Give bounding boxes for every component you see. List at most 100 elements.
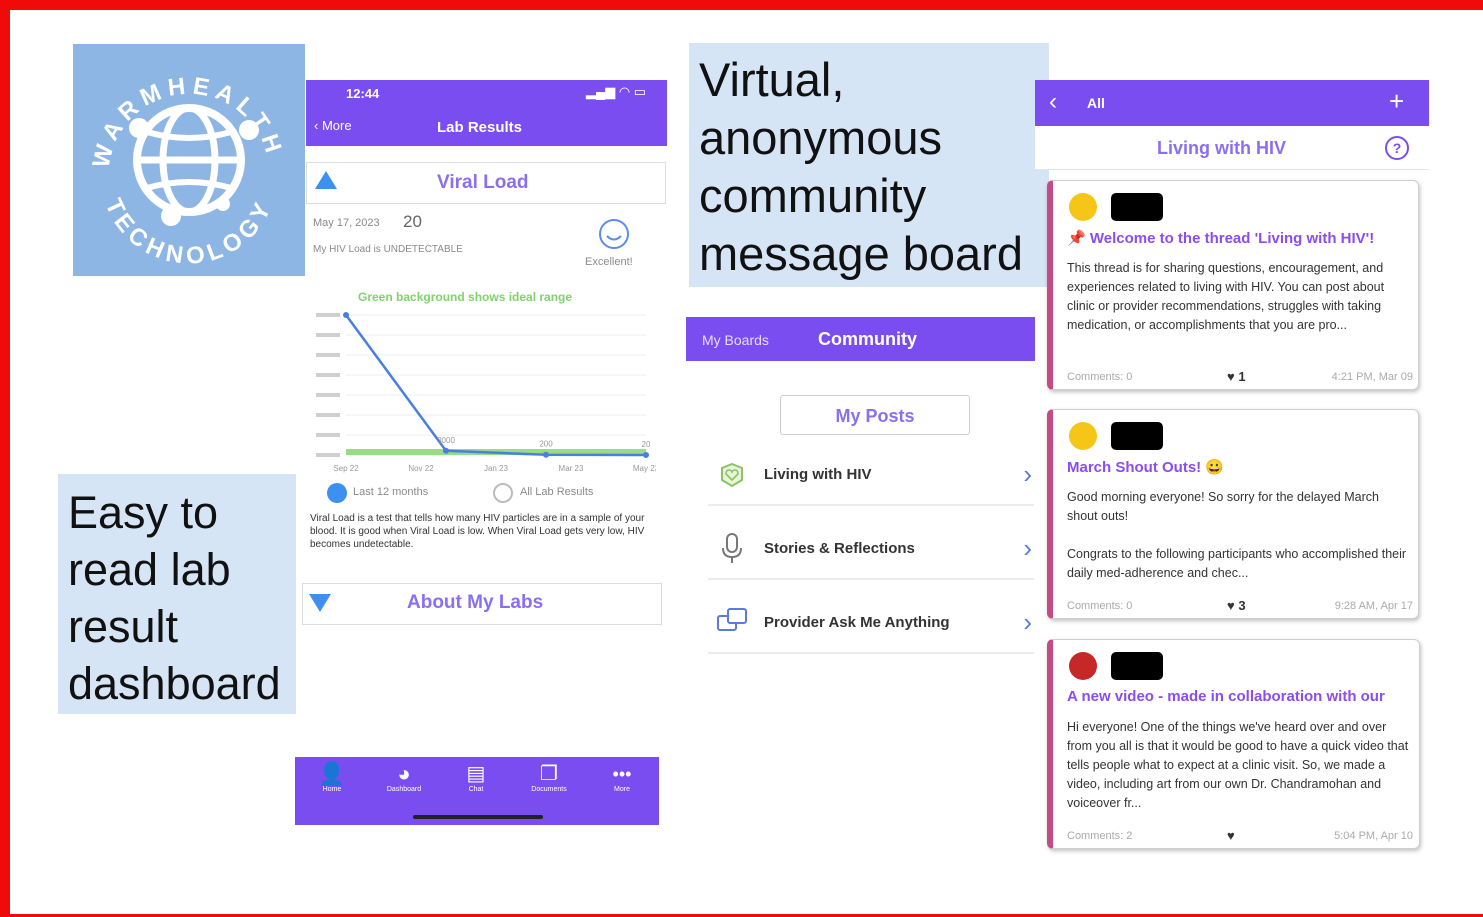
lab-app-header: 12:44 ▂▄▆ ◠ ▭ ‹ More Lab Results <box>306 80 667 146</box>
comments-count: Comments: 0 <box>1067 600 1133 612</box>
post-footer: Comments: 0 ♥ 1 4:21 PM, Mar 09 <box>1067 369 1413 384</box>
like-count: 1 <box>1238 369 1246 384</box>
post-body: This thread is for sharing questions, en… <box>1067 261 1385 332</box>
post-body: Hi everyone! One of the things we've hea… <box>1067 720 1409 810</box>
microphone-icon <box>722 533 742 563</box>
comments-count: Comments: 0 <box>1067 371 1133 383</box>
lab-value: 20 <box>403 212 422 231</box>
person-icon: 👤 <box>318 761 346 786</box>
chevron-right-icon: › <box>1023 459 1032 489</box>
data-label: 3000 <box>437 436 455 445</box>
lab-rating: Excellent! <box>585 256 633 268</box>
lab-status-text: My HIV Load is UNDETECTABLE <box>313 244 463 255</box>
lab-date: May 17, 2023 <box>313 217 380 229</box>
heart-icon: ♥ <box>1227 598 1239 613</box>
post-time: 4:21 PM, Mar 09 <box>1331 371 1413 383</box>
y-tick-label <box>316 313 340 317</box>
tab-label: More <box>614 786 630 793</box>
post-welcome[interactable]: 📌 Welcome to the thread 'Living with HIV… <box>1047 180 1419 390</box>
thread-title: Living with HIV <box>1157 138 1286 158</box>
pie-chart-icon: ◕ <box>397 761 411 786</box>
board-living-with-hiv[interactable]: Living with HIV › <box>708 446 1034 506</box>
back-label: More <box>321 118 352 133</box>
lab-title: Lab Results <box>437 119 523 136</box>
y-tick-label <box>316 353 340 357</box>
radio-last-12-selected[interactable] <box>327 483 347 503</box>
tab-label: Documents <box>531 786 567 793</box>
board-label: Provider Ask Me Anything <box>764 614 950 631</box>
y-tick-label <box>316 373 340 377</box>
data-point <box>443 447 449 454</box>
board-provider-ama[interactable]: Provider Ask Me Anything › <box>708 594 1034 654</box>
heart-hands-icon <box>721 462 743 488</box>
back-button[interactable]: ‹ More <box>314 118 352 133</box>
tab-more[interactable]: ••• More <box>592 762 652 793</box>
likes[interactable]: ♥ 3 <box>1227 598 1246 613</box>
viral-load-section[interactable]: Viral Load <box>306 162 666 204</box>
redacted-username <box>1111 652 1163 680</box>
tab-my-boards[interactable]: My Boards <box>702 332 769 348</box>
community-tab-bar: My Boards Community <box>686 317 1035 361</box>
series-line <box>344 314 647 457</box>
tab-dashboard[interactable]: ◕ Dashboard <box>374 761 434 794</box>
tab-home[interactable]: 👤 Home <box>302 761 362 794</box>
likes[interactable]: ♥ 1 <box>1227 369 1246 384</box>
post-time: 5:04 PM, Apr 10 <box>1334 830 1413 842</box>
heart-icon: ♥ <box>1227 369 1239 384</box>
chevron-right-icon: › <box>1023 607 1032 637</box>
data-point <box>643 451 649 458</box>
viral-load-chart: 3000 200 20 Sep 22 Nov 22 Jan 23 Mar 23 May 23 <box>316 312 656 473</box>
heart-icon: ♥ <box>1227 828 1235 843</box>
chat-bubbles-icon <box>717 608 747 631</box>
post-footer: Comments: 0 ♥ 3 9:28 AM, Apr 17 <box>1067 598 1413 613</box>
about-labs-section[interactable]: About My Labs <box>302 583 662 625</box>
comments-count: Comments: 2 <box>1067 830 1133 842</box>
plus-icon[interactable]: + <box>1389 86 1404 117</box>
home-indicator <box>413 815 543 819</box>
tab-label: Dashboard <box>386 786 422 793</box>
question-circle-icon[interactable]: ? <box>1385 136 1409 160</box>
my-posts-button[interactable]: My Posts <box>780 395 970 435</box>
x-tick-label: May 23 <box>633 464 656 473</box>
chevron-left-icon[interactable]: ‹ <box>1049 88 1057 116</box>
post-new-video[interactable]: A new video - made in collaboration with… <box>1047 639 1420 849</box>
caption-lab-dashboard: Easy to read lab result dashboard <box>58 474 296 714</box>
chevron-right-icon: › <box>1023 533 1032 563</box>
ellipsis-icon: ••• <box>612 764 632 784</box>
tab-documents[interactable]: ❐ Documents <box>519 762 579 793</box>
thread-app-header: ‹ All + <box>1035 80 1429 126</box>
smiley-face-icon <box>1069 422 1097 450</box>
post-march-shout-outs[interactable]: March Shout Outs! 😀 Good morning everyon… <box>1047 409 1419 619</box>
redacted-username <box>1111 422 1163 450</box>
status-icons: ▂▄▆ ◠ ▭ <box>586 84 647 99</box>
about-labs-title: About My Labs <box>407 592 544 613</box>
post-title: March Shout Outs! 😀 <box>1067 459 1225 476</box>
legend-last-12: Last 12 months <box>353 486 429 498</box>
globe-network-icon: WARMHEALTH TECHNOLOGY <box>88 72 289 270</box>
svg-text:WARMHEALTH: WARMHEALTH <box>88 72 289 170</box>
board-label: Living with HIV <box>764 466 872 483</box>
triangle-up-icon <box>315 171 337 189</box>
status-time: 12:44 <box>346 86 380 101</box>
x-tick-label: Nov 22 <box>408 464 434 473</box>
board-stories-reflections[interactable]: Stories & Reflections › <box>708 520 1034 580</box>
y-tick-label <box>316 433 340 437</box>
thread-title-bar: Living with HIV ? <box>1035 126 1429 170</box>
chart-note: Green background shows ideal range <box>358 290 573 304</box>
chevron-left-icon: ‹ <box>314 118 322 133</box>
back-all-button[interactable]: All <box>1087 95 1105 111</box>
tab-chat[interactable]: ▤ Chat <box>446 762 506 793</box>
likes[interactable]: ♥ <box>1227 828 1235 843</box>
chat-icon: ▤ <box>466 763 486 785</box>
tab-label: Chat <box>468 786 484 793</box>
viral-load-description: Viral Load is a test that tells how many… <box>310 513 645 550</box>
tab-label: Home <box>322 786 342 793</box>
viral-load-title: Viral Load <box>437 172 529 193</box>
x-tick-label: Jan 23 <box>484 464 509 473</box>
y-tick-label <box>316 333 340 337</box>
svg-text:TECHNOLOGY: TECHNOLOGY <box>100 194 279 270</box>
post-footer: Comments: 2 ♥ 5:04 PM, Apr 10 <box>1067 828 1413 843</box>
x-tick-label: Mar 23 <box>559 464 584 473</box>
radio-all-results[interactable] <box>493 483 513 503</box>
tab-community[interactable]: Community <box>818 329 917 350</box>
